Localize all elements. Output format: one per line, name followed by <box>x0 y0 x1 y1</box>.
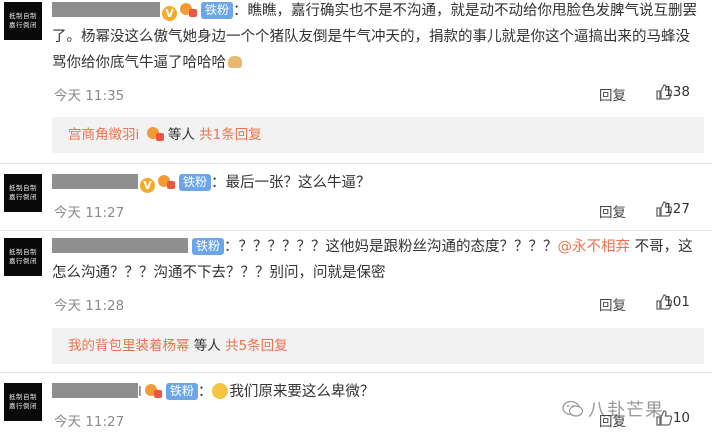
divider <box>0 163 712 164</box>
like-icon[interactable] <box>655 409 673 427</box>
fans-badge: 铁粉 <box>165 383 198 400</box>
comment-text: 我们原来要这么卑微？ <box>229 384 375 400</box>
fans-badge: 铁粉 <box>201 2 234 19</box>
level-icon <box>157 174 175 189</box>
sub-replies[interactable]: 我的背包里装着杨幂 等人 共5条回复 <box>52 328 704 364</box>
divider <box>0 230 712 231</box>
comment-body: V 铁粉 ：瞧瞧，嘉行确实也不是不沟通，就是动不动给你甩脸色发脾气说互删罢了。杨幂没… <box>52 2 698 71</box>
fans-badge: 铁粉 <box>192 238 225 255</box>
avatar[interactable]: 抵制自制 嘉行倒闭 <box>4 2 42 40</box>
verified-icon: V <box>162 6 177 21</box>
avatar[interactable]: 抵制自制 嘉行倒闭 <box>4 174 42 212</box>
reply-button[interactable]: 回复 <box>599 201 626 221</box>
redacted-username[interactable] <box>52 383 138 398</box>
reply-button[interactable]: 回复 <box>599 294 626 314</box>
fans-badge: 铁粉 <box>179 174 212 191</box>
level-icon <box>179 2 197 17</box>
sub-reply-suffix: 等人 <box>167 127 195 143</box>
like-count: 10 <box>672 410 690 426</box>
divider <box>0 372 712 373</box>
sub-reply-total[interactable]: 共1条回复 <box>199 127 262 143</box>
folded-hands-emoji <box>228 56 242 68</box>
comment-body: 铁粉 ：？？？？？？这他妈是跟粉丝沟通的态度？？？？@永不相弃 不哥，这怎么沟通？… <box>52 238 693 281</box>
mention-link[interactable]: @永不相弃 <box>558 239 631 255</box>
like-count: 138 <box>664 84 690 100</box>
comment-meta: 今天 11:27 回复 127 <box>52 201 698 221</box>
level-icon <box>146 126 164 141</box>
timestamp: 今天 11:35 <box>54 88 125 104</box>
comment-meta: 今天 11:35 回复 138 <box>52 84 698 104</box>
reply-button[interactable]: 回复 <box>599 84 626 104</box>
avatar[interactable]: 抵制自制 嘉行倒闭 <box>4 383 42 421</box>
timestamp: 今天 11:27 <box>54 205 125 221</box>
like-count: 101 <box>664 294 690 310</box>
level-icon <box>144 383 162 398</box>
sub-reply-user[interactable]: 我的背包里装着杨幂 <box>68 338 190 354</box>
comment-text: 最后一张？这么牛逼？ <box>225 175 371 191</box>
timestamp: 今天 11:28 <box>54 298 125 314</box>
comment-meta-actions: 回复 10 <box>52 410 698 430</box>
reply-button[interactable]: 回复 <box>599 410 626 430</box>
avatar[interactable]: 抵制自制 嘉行倒闭 <box>4 238 42 276</box>
like-count: 127 <box>664 201 690 217</box>
sub-reply-total[interactable]: 共5条回复 <box>225 338 288 354</box>
redacted-username[interactable] <box>52 238 188 253</box>
comment-body: V 铁粉 ：最后一张？这么牛逼？ <box>52 170 698 196</box>
comment-text-a: ？？？？？？这他妈是跟粉丝沟通的态度？？？？ <box>238 239 558 255</box>
comment-meta: 今天 11:28 回复 101 <box>52 294 698 314</box>
redacted-username[interactable] <box>52 2 160 17</box>
redacted-username[interactable] <box>52 174 138 189</box>
sub-reply-suffix: 等人 <box>193 338 221 354</box>
verified-icon: V <box>140 178 155 193</box>
sub-replies[interactable]: 宫商角徵羽i 等人 共1条回复 <box>52 117 704 153</box>
sub-reply-user[interactable]: 宫商角徵羽i <box>68 127 139 143</box>
pleading-face-emoji <box>212 383 229 399</box>
